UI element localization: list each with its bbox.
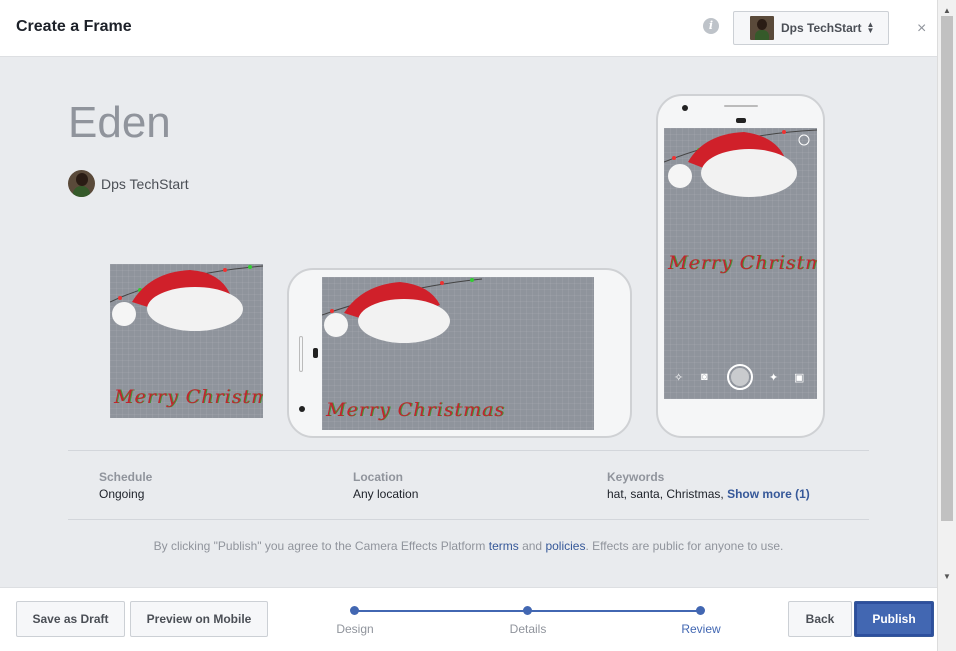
portrait-screen: Merry Christmas ✧ ◙ ✦ ▣ <box>664 128 817 399</box>
schedule-label: Schedule <box>99 470 153 484</box>
step-dot-review <box>696 606 705 615</box>
camera-icon[interactable]: ◙ <box>701 371 708 383</box>
location-value: Any location <box>353 487 419 501</box>
account-avatar <box>750 16 774 40</box>
back-button[interactable]: Back <box>788 601 852 637</box>
wand-icon[interactable]: ✧ <box>674 371 683 384</box>
step-dot-details <box>523 606 532 615</box>
dialog-title: Create a Frame <box>16 18 132 35</box>
step-design[interactable]: Design <box>336 622 373 636</box>
gallery-icon[interactable]: ▣ <box>794 371 804 384</box>
account-selector[interactable]: Dps TechStart ▲ ▼ <box>733 11 889 45</box>
save-draft-button[interactable]: Save as Draft <box>16 601 125 637</box>
owner-name: Dps TechStart <box>101 175 189 192</box>
divider <box>68 519 869 520</box>
publish-button[interactable]: Publish <box>854 601 934 637</box>
divider <box>68 450 869 451</box>
effect-name: Eden <box>68 98 171 147</box>
policies-link[interactable]: policies <box>545 539 585 553</box>
location-info: Location Any location <box>353 470 418 501</box>
owner-avatar <box>68 170 95 197</box>
keywords-info: Keywords hat, santa, Christmas, Show mor… <box>607 470 810 501</box>
legal-notice: By clicking "Publish" you agree to the C… <box>0 539 937 553</box>
legal-prefix: By clicking "Publish" you agree to the C… <box>153 539 489 553</box>
create-frame-dialog: Create a Frame i Dps TechStart ▲ ▼ × Eden… <box>0 0 937 651</box>
landscape-phone-preview: Merry Christmas <box>287 268 632 438</box>
keywords-label: Keywords <box>607 470 665 484</box>
scrollbar-thumb[interactable] <box>941 16 953 521</box>
scrollbar[interactable]: ▲ ▼ <box>937 0 956 651</box>
effect-owner: Dps TechStart <box>68 170 189 197</box>
dialog-footer: Save as Draft Preview on Mobile Design D… <box>0 587 937 651</box>
overlay-text: Merry Christmas <box>114 386 263 408</box>
location-label: Location <box>353 470 403 484</box>
overlay-text: Merry Christmas <box>326 399 506 421</box>
close-icon[interactable]: × <box>917 20 926 38</box>
step-details[interactable]: Details <box>510 622 547 636</box>
step-review[interactable]: Review <box>681 622 720 636</box>
scroll-up-icon[interactable]: ▲ <box>943 6 951 15</box>
portrait-phone-preview: Merry Christmas ✧ ◙ ✦ ▣ <box>656 94 825 438</box>
step-dot-design <box>350 606 359 615</box>
schedule-value: Ongoing <box>99 487 145 501</box>
preview-mobile-button[interactable]: Preview on Mobile <box>130 601 268 637</box>
account-name: Dps TechStart <box>781 21 862 35</box>
terms-link[interactable]: terms <box>489 539 519 553</box>
landscape-screen: Merry Christmas <box>322 277 594 430</box>
show-more-link[interactable]: Show more (1) <box>727 487 810 501</box>
keywords-value: hat, santa, Christmas, <box>607 487 724 501</box>
overlay-text: Merry Christmas <box>668 252 817 274</box>
dialog-header: Create a Frame i Dps TechStart ▲ ▼ × <box>0 0 937 57</box>
info-icon[interactable]: i <box>703 18 719 34</box>
legal-suffix: . Effects are public for anyone to use. <box>585 539 784 553</box>
schedule-info: Schedule Ongoing <box>99 470 152 501</box>
square-preview: Merry Christmas <box>110 264 263 418</box>
scroll-down-icon[interactable]: ▼ <box>943 572 951 581</box>
sparkle-icon[interactable]: ✦ <box>769 371 778 384</box>
legal-and: and <box>518 539 546 553</box>
sort-caret-icon: ▲ ▼ <box>866 20 875 35</box>
